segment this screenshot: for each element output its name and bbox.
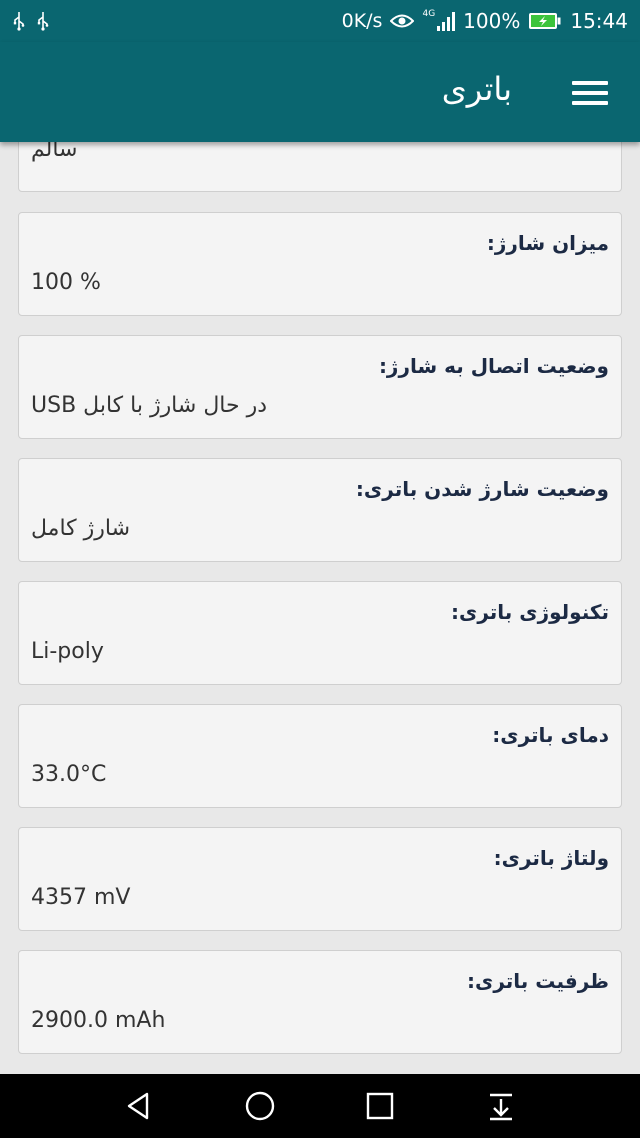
eye-icon [390,14,415,28]
clock: 15:44 [570,9,628,33]
menu-icon[interactable] [572,81,608,105]
charging-status-label: وضعیت شارژ شدن باتری: [355,477,609,501]
health-value: سالم [31,142,78,162]
charger-connection-label: وضعیت اتصال به شارژ: [378,354,609,378]
charge-level-card: میزان شارژ: 100 % [18,212,622,316]
battery-capacity-value: 2900.0 mAh [31,1008,166,1033]
usb-icon [13,12,25,31]
charging-status-card: وضعیت شارژ شدن باتری: شارژ کامل [18,458,622,562]
back-icon[interactable] [121,1088,157,1124]
battery-capacity-card: ظرفیت باتری: 2900.0 mAh [18,950,622,1054]
charging-status-value: شارژ کامل [31,516,130,541]
battery-technology-value: Li-poly [31,639,104,664]
battery-temperature-label: دمای باتری: [492,723,609,747]
health-card: سالم [18,142,622,192]
page-title: باتری [441,70,512,108]
network-speed: 0K/s [341,10,383,32]
charge-level-value: 100 % [31,270,101,295]
usb-icon [37,12,49,31]
status-right: 0K/s 4G 100% 15:44 [342,9,628,33]
charger-connection-card: وضعیت اتصال به شارژ: در حال شارژ با کابل… [18,335,622,439]
battery-temperature-card: دمای باتری: 33.0°C [18,704,622,808]
battery-voltage-card: ولتاژ باتری: 4357 mV [18,827,622,931]
recents-icon[interactable] [362,1088,398,1124]
battery-charging-icon [529,13,561,29]
battery-technology-label: تکنولوژی باتری: [451,600,609,624]
status-left-icons [12,11,50,31]
network-type: 4G [422,9,436,19]
home-icon[interactable] [242,1088,278,1124]
notifications-pull-icon[interactable] [483,1088,519,1124]
battery-capacity-label: ظرفیت باتری: [467,969,609,993]
battery-temperature-value: 33.0°C [31,762,107,787]
battery-percent: 100% [463,9,521,33]
signal-icon [437,12,456,31]
charge-level-label: میزان شارژ: [486,231,609,255]
app-bar: باتری [0,42,640,142]
battery-info-list[interactable]: سالم میزان شارژ: 100 % وضعیت اتصال به شا… [0,142,640,1074]
battery-technology-card: تکنولوژی باتری: Li-poly [18,581,622,685]
navigation-bar [0,1074,640,1138]
status-bar: 0K/s 4G 100% 15:44 [0,0,640,42]
battery-voltage-value: 4357 mV [31,885,131,910]
charger-connection-value: در حال شارژ با کابل USB [31,393,268,418]
battery-voltage-label: ولتاژ باتری: [493,846,609,870]
